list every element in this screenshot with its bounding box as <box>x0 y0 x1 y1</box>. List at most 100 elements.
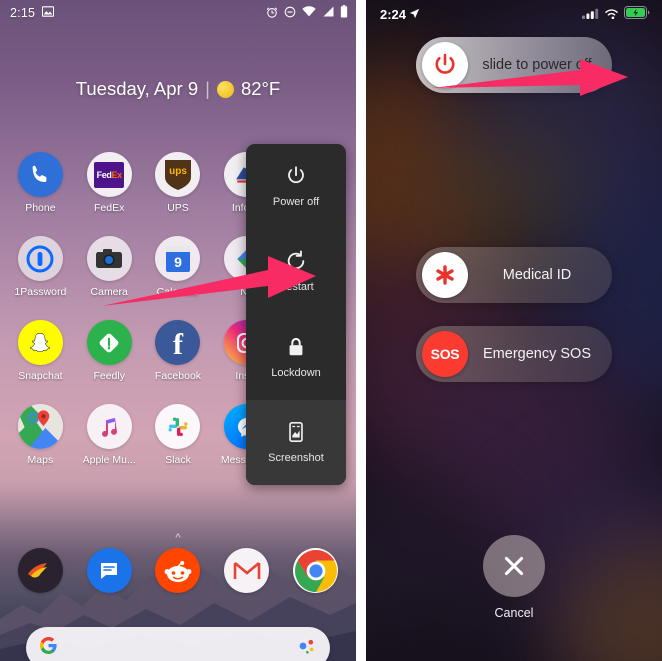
app-label: Calendar <box>156 286 200 298</box>
ios-status-left: 2:24 <box>380 7 420 22</box>
app-label: Maps <box>27 454 54 466</box>
screenshot-root: 2:15 Tuesday, Apr 9 | 82°F Phone FedEx F… <box>0 0 662 661</box>
app-calendar[interactable]: 9 Calendar <box>144 236 213 298</box>
android-status-bar: 2:15 <box>0 0 356 26</box>
battery-charging-icon <box>624 6 650 22</box>
app-label: 1Password <box>14 286 67 298</box>
phone-icon <box>17 152 63 197</box>
power-icon <box>288 166 304 184</box>
app-label: Feedly <box>93 370 125 382</box>
sun-icon <box>216 80 234 98</box>
image-icon <box>42 6 55 20</box>
firefox-focus-icon[interactable] <box>17 548 63 593</box>
ios-clock: 2:24 <box>380 6 407 22</box>
emergency-sos-slider[interactable]: SOS Emergency SOS <box>416 326 612 382</box>
google-assistant-icon[interactable] <box>298 637 316 660</box>
app-camera[interactable]: Camera <box>75 236 144 298</box>
snapchat-icon <box>17 320 63 365</box>
app-fedex[interactable]: FedEx FedEx <box>75 152 144 214</box>
svg-text:ups: ups <box>169 166 187 177</box>
cellular-signal-icon <box>322 6 334 20</box>
dock <box>0 548 356 593</box>
google-maps-icon: G <box>17 404 63 449</box>
app-1password[interactable]: 1Password <box>6 236 75 298</box>
slider-label: slide to power off <box>482 57 592 73</box>
widget-separator: | <box>205 78 210 99</box>
chrome-icon[interactable] <box>293 548 339 593</box>
app-label: UPS <box>167 202 189 214</box>
app-facebook[interactable]: f Facebook <box>144 320 213 382</box>
feedly-icon <box>86 320 132 365</box>
app-label: Slack <box>165 454 191 466</box>
cancel-button[interactable]: Cancel <box>366 535 662 620</box>
slider-label: Medical ID <box>502 267 572 283</box>
ios-status-bar: 2:24 <box>366 0 662 28</box>
medical-id-knob[interactable] <box>422 252 468 298</box>
slider-label: Emergency SOS <box>483 346 591 362</box>
power-menu-item-power-off[interactable]: Power off <box>246 144 346 229</box>
app-label: Apple Mu... <box>82 454 136 466</box>
power-menu-item-restart[interactable]: Restart <box>246 229 346 314</box>
apple-music-icon <box>86 404 132 449</box>
cancel-circle[interactable] <box>483 535 545 597</box>
android-power-menu: Power off Restart Lockdown Screenshot <box>246 144 346 485</box>
power-icon <box>435 53 455 74</box>
medical-id-icon <box>436 265 454 285</box>
wifi-icon <box>604 7 619 22</box>
android-status-right <box>266 5 348 21</box>
power-menu-item-screenshot[interactable]: Screenshot <box>246 399 346 485</box>
google-search-bar[interactable] <box>26 627 330 661</box>
cancel-label: Cancel <box>494 606 534 620</box>
alarm-icon <box>266 6 278 21</box>
app-ups[interactable]: ups UPS <box>144 152 213 214</box>
svg-text:G: G <box>28 411 39 427</box>
google-g-icon <box>39 636 57 659</box>
app-label: Camera <box>90 286 128 298</box>
ios-status-right <box>582 6 650 22</box>
camera-icon <box>86 236 132 281</box>
app-phone[interactable]: Phone <box>6 152 75 214</box>
power-menu-label: Screenshot <box>268 451 324 464</box>
screenshot-icon <box>289 421 303 442</box>
wifi-icon <box>302 6 316 20</box>
lock-icon <box>289 337 303 355</box>
battery-icon <box>340 5 348 21</box>
app-feedly[interactable]: Feedly <box>75 320 144 382</box>
messages-icon[interactable] <box>86 548 132 593</box>
calendar-icon: 9 <box>155 236 201 281</box>
medical-id-slider[interactable]: Medical ID <box>416 247 612 303</box>
power-menu-label: Power off <box>272 196 320 209</box>
sos-icon[interactable]: SOS <box>422 331 468 377</box>
facebook-icon: f <box>155 320 201 365</box>
app-maps[interactable]: G Maps <box>6 404 75 466</box>
app-apple-music[interactable]: Apple Mu... <box>75 404 144 466</box>
date-weather-widget[interactable]: Tuesday, Apr 9 | 82°F <box>0 78 356 100</box>
android-clock: 2:15 <box>10 6 36 20</box>
power-menu-item-lockdown[interactable]: Lockdown <box>246 315 346 400</box>
fedex-icon: FedEx <box>86 152 132 197</box>
do-not-disturb-icon <box>284 6 296 21</box>
panel-divider <box>356 0 366 661</box>
restart-icon <box>287 250 305 270</box>
gmail-icon[interactable] <box>224 548 270 593</box>
app-slack[interactable]: Slack <box>144 404 213 466</box>
ups-icon: ups <box>155 152 201 197</box>
svg-text:9: 9 <box>174 254 182 270</box>
ios-phone-screen: 2:24 slide to power off Medical ID SOS E… <box>366 0 662 661</box>
app-label: Facebook <box>154 370 202 382</box>
app-label: Phone <box>25 202 56 214</box>
power-slider-knob[interactable] <box>422 42 468 88</box>
power-menu-label: Restart <box>278 281 314 294</box>
widget-date: Tuesday, Apr 9 <box>75 78 199 99</box>
power-menu-label: Lockdown <box>271 366 321 379</box>
slide-to-power-off-slider[interactable]: slide to power off <box>416 37 612 93</box>
slack-icon <box>155 404 201 449</box>
cellular-signal-icon <box>582 7 599 22</box>
android-phone-screen: 2:15 Tuesday, Apr 9 | 82°F Phone FedEx F… <box>0 0 356 661</box>
page-indicator: ^ <box>175 532 181 544</box>
reddit-icon[interactable] <box>155 548 201 593</box>
app-snapchat[interactable]: Snapchat <box>6 320 75 382</box>
app-label: FedEx <box>94 202 125 214</box>
close-icon <box>504 556 524 576</box>
android-status-left: 2:15 <box>10 6 55 20</box>
